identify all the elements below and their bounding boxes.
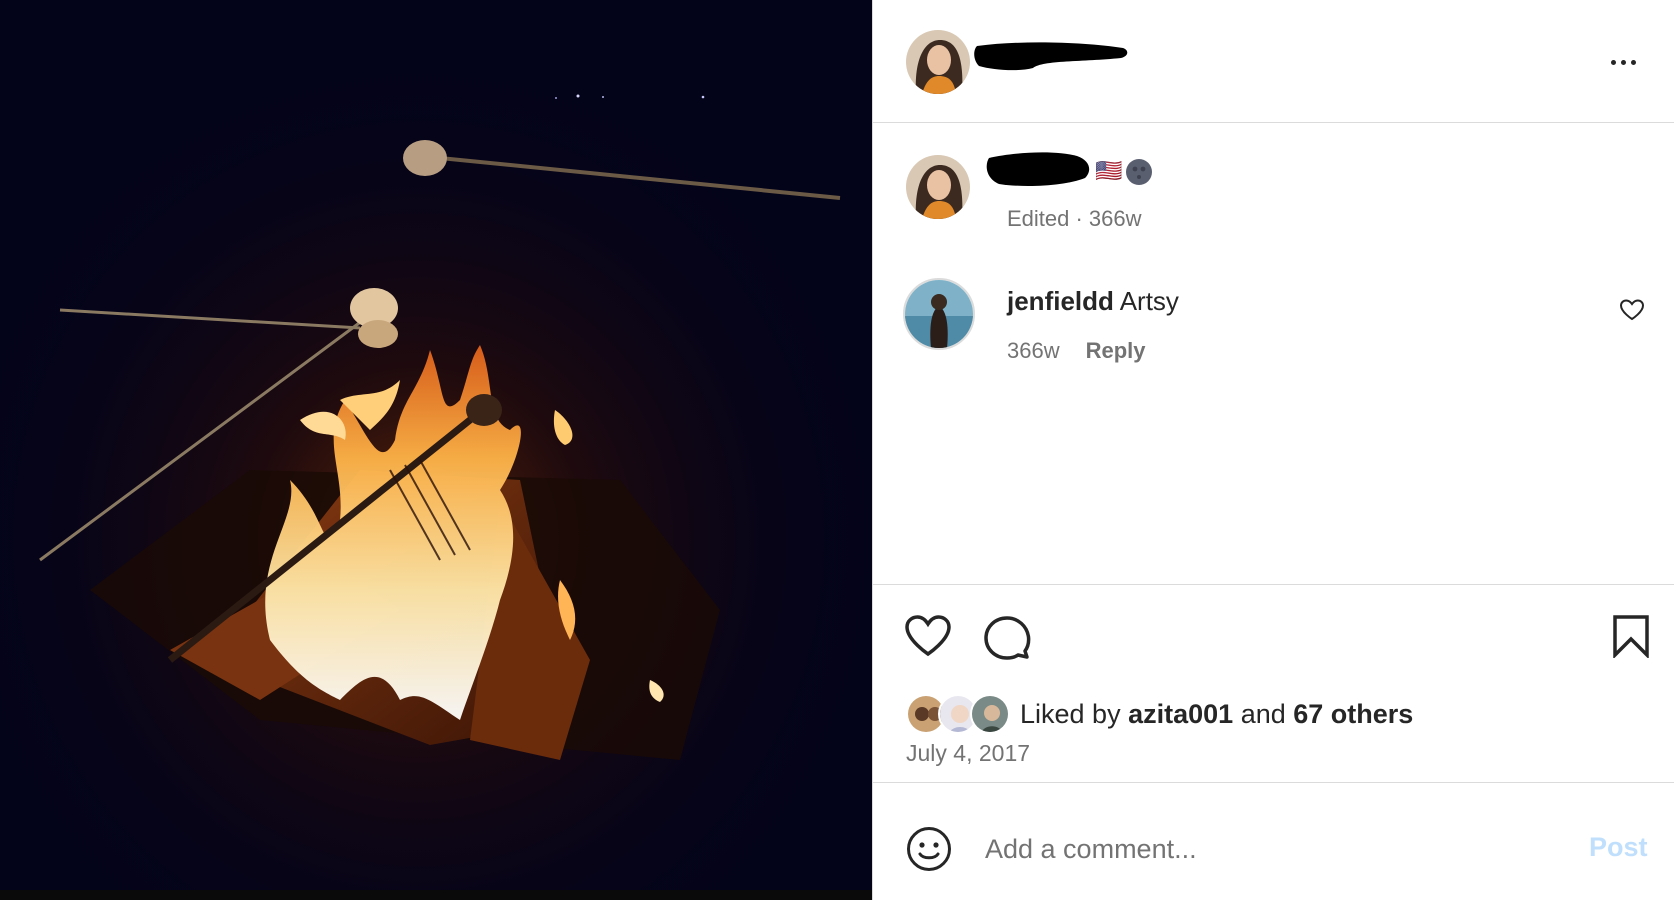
reply-button[interactable]: Reply <box>1086 338 1146 363</box>
save-button[interactable] <box>1612 614 1650 663</box>
emoji-picker-button[interactable] <box>906 826 952 877</box>
heart-icon <box>905 615 951 657</box>
bookmark-icon <box>1613 615 1649 660</box>
likes-user-link[interactable]: azita001 <box>1128 699 1233 729</box>
comment-time: 366w <box>1007 338 1060 363</box>
moon-emoji-icon <box>1126 159 1152 185</box>
post-date[interactable]: July 4, 2017 <box>906 740 1030 767</box>
actions-divider <box>873 584 1674 585</box>
caption-avatar-image <box>906 155 970 219</box>
caption-username-redaction <box>986 152 1090 186</box>
liker-avatar-image <box>972 696 1008 732</box>
campfire-photo <box>0 0 872 900</box>
author-avatar[interactable] <box>906 30 970 94</box>
username-redaction <box>974 42 1128 71</box>
photo-bottom-edge <box>0 890 872 900</box>
likes-others-link[interactable]: 67 others <box>1293 699 1413 729</box>
more-options-button[interactable] <box>1601 50 1645 74</box>
comment-like-button[interactable] <box>1619 298 1645 327</box>
comment-body: Artsy <box>1119 286 1179 316</box>
commenter-avatar[interactable] <box>903 278 975 350</box>
more-horizontal-icon <box>1610 59 1616 65</box>
comment-text: jenfieldd Artsy <box>1007 286 1179 317</box>
likes-conjunction: and <box>1240 698 1286 729</box>
commenter-avatar-image <box>905 280 973 348</box>
caption-author-avatar[interactable] <box>906 155 970 219</box>
comment-meta: 366w Reply <box>1007 338 1146 364</box>
comment-username[interactable]: jenfieldd <box>1007 286 1114 316</box>
heart-icon <box>1619 299 1645 321</box>
caption-meta: Edited · 366w <box>1007 206 1142 231</box>
more-dot <box>1620 59 1626 65</box>
instagram-post-view: 🇺🇸 Edited · 366w jenfieldd Artsy 366w Rep… <box>0 0 1674 900</box>
more-dot <box>1630 59 1636 65</box>
post-details-panel: 🇺🇸 Edited · 366w jenfieldd Artsy 366w Rep… <box>872 0 1674 900</box>
likes-prefix: Liked by <box>1020 698 1121 729</box>
likes-summary: Liked by azita001 and 67 others <box>906 694 1413 734</box>
post-photo[interactable] <box>0 0 872 900</box>
header-divider <box>873 122 1674 123</box>
comment-bubble-icon <box>984 616 1031 660</box>
likes-text: Liked by azita001 and 67 others <box>1020 699 1413 730</box>
smiley-icon <box>907 827 951 871</box>
add-comment-input[interactable] <box>985 826 1525 872</box>
post-comment-button[interactable]: Post <box>1589 832 1648 863</box>
liker-avatar <box>970 694 1010 734</box>
liker-avatars[interactable] <box>906 694 1014 734</box>
comment-box-divider <box>873 782 1674 783</box>
like-button[interactable] <box>904 614 952 663</box>
author-avatar-image <box>906 30 970 94</box>
comment-button[interactable] <box>983 614 1031 665</box>
us-flag-emoji: 🇺🇸 <box>1095 158 1123 183</box>
